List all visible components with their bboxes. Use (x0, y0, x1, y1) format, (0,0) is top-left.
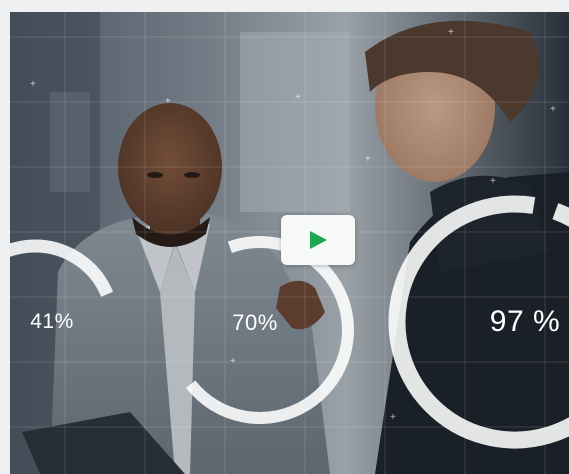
play-button[interactable] (281, 215, 355, 265)
stat-percent-2: 70% (232, 310, 278, 335)
stat-percent-1: 41% (30, 310, 74, 333)
video-thumbnail[interactable]: + + + + + + + + + 41% 70% 97 % (10, 12, 569, 474)
play-icon (310, 231, 327, 249)
stat-percent-3: 97 % (489, 305, 561, 338)
